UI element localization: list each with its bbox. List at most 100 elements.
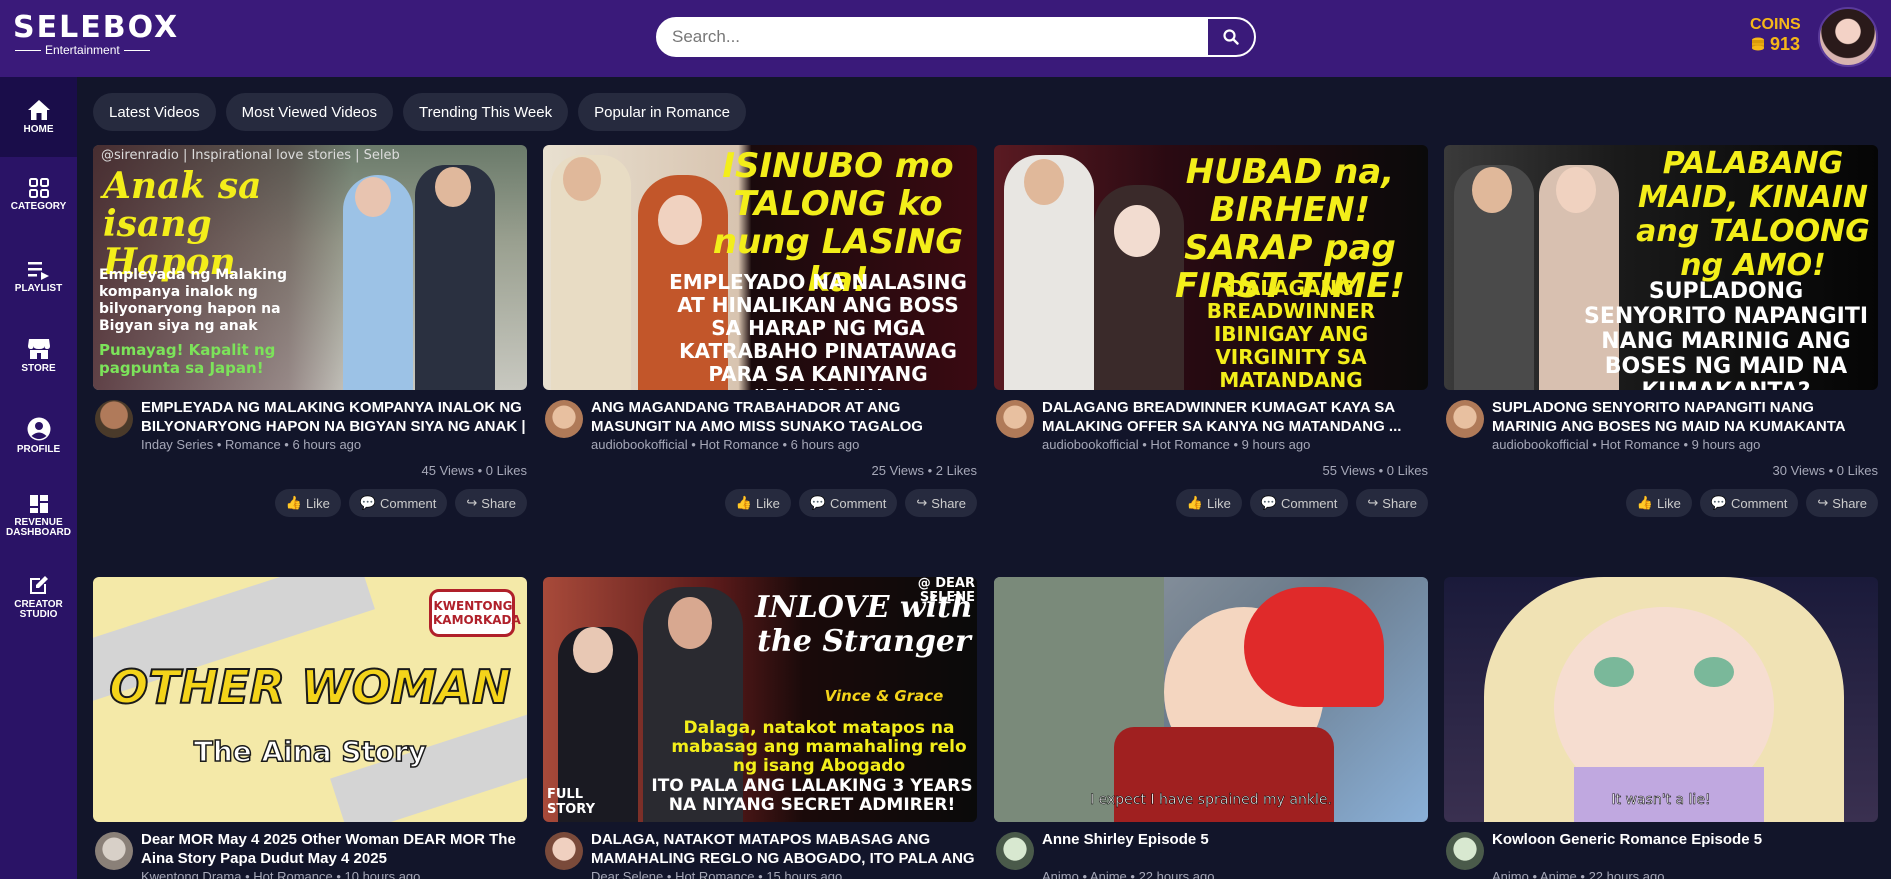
video-category: Hot Romance <box>699 437 779 452</box>
tab-most-viewed-videos[interactable]: Most Viewed Videos <box>225 93 393 131</box>
video-actions: 👍 Like 💬 Comment ↪ Share <box>93 489 527 517</box>
video-thumbnail[interactable]: @sirenradio | Inspirational love stories… <box>93 145 527 390</box>
channel-avatar[interactable] <box>996 400 1034 438</box>
video-thumbnail[interactable]: I expect I have sprained my ankle. <box>994 577 1428 822</box>
share-icon: ↪ <box>1817 495 1829 510</box>
user-avatar[interactable] <box>1818 7 1878 67</box>
video-actions: 👍 Like 💬 Comment ↪ Share <box>543 489 977 517</box>
comment-button[interactable]: 💬 Comment <box>348 489 448 517</box>
video-card[interactable]: @ DEAR SELENE INLOVE with the Stranger V… <box>543 577 977 879</box>
share-button[interactable]: ↪ Share <box>1356 489 1428 517</box>
like-button[interactable]: 👍 Like <box>1625 489 1692 517</box>
channel-avatar[interactable] <box>1446 832 1484 870</box>
logo-subtext: Entertainment <box>45 43 120 57</box>
like-button[interactable]: 👍 Like <box>1175 489 1242 517</box>
like-button[interactable]: 👍 Like <box>274 489 341 517</box>
share-button[interactable]: ↪ Share <box>455 489 527 517</box>
video-thumbnail[interactable]: PALABANG MAID, KINAIN ang TALOONG ng AMO… <box>1444 145 1878 390</box>
sidebar-item-creator-studio[interactable]: CREATOR STUDIO <box>0 574 77 620</box>
search-button[interactable] <box>1208 19 1254 55</box>
video-time: 9 hours ago <box>1691 437 1761 452</box>
video-title[interactable]: SUPLADONG SENYORITO NAPANGITI NANG MARIN… <box>1492 398 1878 436</box>
sidebar-item-store[interactable]: STORE <box>0 338 77 374</box>
channel-name[interactable]: audiobookofficial <box>1492 437 1589 452</box>
channel-name[interactable]: Inday Series <box>141 437 213 452</box>
video-time: 10 hours ago <box>344 869 421 879</box>
channel-avatar[interactable] <box>95 832 133 870</box>
share-button[interactable]: ↪ Share <box>905 489 977 517</box>
video-stats: 55 Views • 0 Likes <box>1322 463 1428 478</box>
video-actions: 👍 Like 💬 Comment ↪ Share <box>994 489 1428 517</box>
video-thumbnail[interactable]: It wasn't a lie! <box>1444 577 1878 822</box>
channel-avatar[interactable] <box>545 832 583 870</box>
video-meta: audiobookofficial • Hot Romance • 6 hour… <box>591 437 860 452</box>
user-icon <box>27 417 50 441</box>
video-card[interactable]: @sirenradio | Inspirational love stories… <box>93 145 527 517</box>
comment-button[interactable]: 💬 Comment <box>798 489 898 517</box>
tab-popular-in-romance[interactable]: Popular in Romance <box>578 93 747 131</box>
video-meta: Dear Selene • Hot Romance • 15 hours ago <box>591 869 842 879</box>
video-title[interactable]: Dear MOR May 4 2025 Other Woman DEAR MOR… <box>141 830 527 868</box>
video-category: Anime <box>1539 869 1577 879</box>
video-title[interactable]: Kowloon Generic Romance Episode 5 <box>1492 830 1878 849</box>
video-thumbnail[interactable]: HUBAD na, BIRHEN! SARAP pag FIRST TIME! … <box>994 145 1428 390</box>
sidebar-item-playlist[interactable]: PLAYLIST <box>0 260 77 294</box>
video-card[interactable]: KWENTONG KAMORKADA OTHER WOMAN The Aina … <box>93 577 527 879</box>
thumbs-up-icon: 👍 <box>285 495 302 510</box>
search-input[interactable] <box>672 19 1212 55</box>
video-stats: 45 Views • 0 Likes <box>421 463 527 478</box>
channel-avatar[interactable] <box>996 832 1034 870</box>
sidebar-item-category[interactable]: CATEGORY <box>0 178 77 212</box>
channel-name[interactable]: Animo <box>1492 869 1529 879</box>
channel-name[interactable]: audiobookofficial <box>591 437 688 452</box>
video-actions: 👍 Like 💬 Comment ↪ Share <box>1444 489 1878 517</box>
channel-name[interactable]: Dear Selene <box>591 869 663 879</box>
comment-button[interactable]: 💬 Comment <box>1249 489 1349 517</box>
sidebar-item-revenue-dashboard[interactable]: REVENUE DASHBOARD <box>0 494 77 538</box>
coin-stack-icon <box>1752 37 1764 51</box>
coins-display[interactable]: COINS 913 <box>1750 16 1801 54</box>
selebox-logo[interactable]: SELEBOX Entertainment <box>13 12 179 57</box>
sidebar-item-profile[interactable]: PROFILE <box>0 417 77 455</box>
video-thumbnail[interactable]: @ DEAR SELENE INLOVE with the Stranger V… <box>543 577 977 822</box>
video-meta: audiobookofficial • Hot Romance • 9 hour… <box>1492 437 1761 452</box>
video-title[interactable]: DALAGANG BREADWINNER KUMAGAT KAYA SA MAL… <box>1042 398 1428 436</box>
video-meta: audiobookofficial • Hot Romance • 9 hour… <box>1042 437 1311 452</box>
comment-icon: 💬 <box>359 495 377 510</box>
video-title[interactable]: Anne Shirley Episode 5 <box>1042 830 1428 849</box>
sidebar: HOME CATEGORY PLAYLIST STORE PROFILE REV… <box>0 77 77 879</box>
video-thumbnail[interactable]: KWENTONG KAMORKADA OTHER WOMAN The Aina … <box>93 577 527 822</box>
channel-avatar[interactable] <box>95 400 133 438</box>
share-button[interactable]: ↪ Share <box>1806 489 1878 517</box>
channel-name[interactable]: Kwentong Drama <box>141 869 241 879</box>
video-category: Hot Romance <box>1150 437 1230 452</box>
tab-trending-this-week[interactable]: Trending This Week <box>402 93 569 131</box>
video-thumbnail[interactable]: ISINUBO mo TALONG ko nung LASING ka! EMP… <box>543 145 977 390</box>
comment-button[interactable]: 💬 Comment <box>1699 489 1799 517</box>
video-card[interactable]: I expect I have sprained my ankle. Anne … <box>994 577 1428 879</box>
video-title[interactable]: EMPLEYADA NG MALAKING KOMPANYA INALOK NG… <box>141 398 527 436</box>
video-time: 9 hours ago <box>1241 437 1311 452</box>
video-time: 6 hours ago <box>292 437 362 452</box>
video-time: 22 hours ago <box>1588 869 1665 879</box>
video-card[interactable]: ISINUBO mo TALONG ko nung LASING ka! EMP… <box>543 145 977 517</box>
video-category: Anime <box>1089 869 1127 879</box>
thumbs-up-icon: 👍 <box>735 495 752 510</box>
video-category: Hot Romance <box>675 869 755 879</box>
video-title[interactable]: DALAGA, NATAKOT MATAPOS MABASAG ANG MAMA… <box>591 830 977 868</box>
video-card[interactable]: It wasn't a lie! Kowloon Generic Romance… <box>1444 577 1878 879</box>
channel-name[interactable]: audiobookofficial <box>1042 437 1139 452</box>
video-card[interactable]: PALABANG MAID, KINAIN ang TALOONG ng AMO… <box>1444 145 1878 517</box>
channel-avatar[interactable] <box>1446 400 1484 438</box>
like-button[interactable]: 👍 Like <box>724 489 791 517</box>
sidebar-item-home[interactable]: HOME <box>0 77 77 157</box>
tab-latest-videos[interactable]: Latest Videos <box>93 93 216 131</box>
channel-avatar[interactable] <box>545 400 583 438</box>
video-category: Hot Romance <box>253 869 333 879</box>
video-time: 22 hours ago <box>1138 869 1215 879</box>
grid-icon <box>28 178 49 198</box>
channel-name[interactable]: Animo <box>1042 869 1079 879</box>
video-card[interactable]: HUBAD na, BIRHEN! SARAP pag FIRST TIME! … <box>994 145 1428 517</box>
video-meta: Inday Series • Romance • 6 hours ago <box>141 437 362 452</box>
video-title[interactable]: ANG MAGANDANG TRABAHADOR AT ANG MASUNGIT… <box>591 398 977 436</box>
